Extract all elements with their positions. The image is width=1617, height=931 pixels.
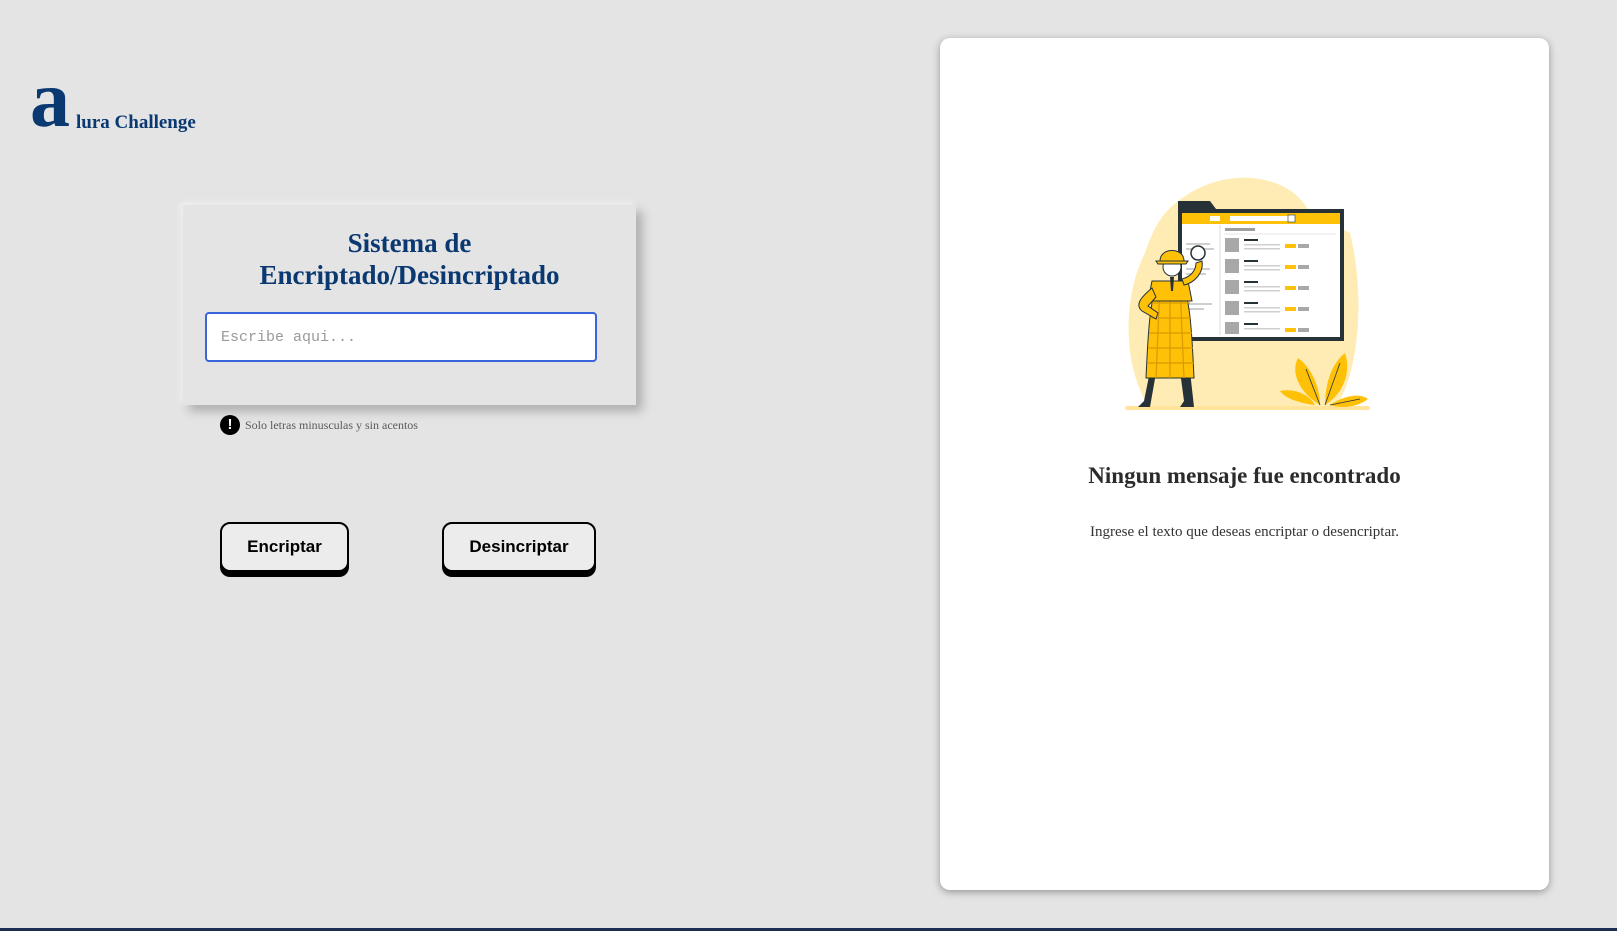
result-title: Ningun mensaje fue encontrado [1088, 463, 1401, 488]
logo-mark: a [30, 56, 70, 144]
result-subtitle: Ingrese el texto que deseas encriptar o … [1089, 524, 1400, 540]
logo-text: lura Challenge [76, 112, 196, 133]
detective-search-illustration [1125, 177, 1370, 410]
result-panel: Ningun mensaje fue encontrado Ingrese el… [940, 38, 1549, 890]
decrypt-button[interactable]: Desincriptar [442, 522, 596, 572]
hint: ! Solo letras minusculas y sin acentos [220, 415, 418, 435]
page: a lura Challenge Sistema de Encriptado/D… [0, 0, 1617, 931]
encrypt-button[interactable]: Encriptar [220, 522, 349, 572]
card-title: Sistema de Encriptado/Desincriptado [259, 228, 560, 290]
exclamation-circle-icon: ! [220, 415, 240, 435]
hint-text: Solo letras minusculas y sin acentos [245, 417, 418, 432]
encrypt-card: Sistema de Encriptado/Desincriptado [183, 205, 636, 405]
message-input[interactable] [205, 312, 597, 362]
